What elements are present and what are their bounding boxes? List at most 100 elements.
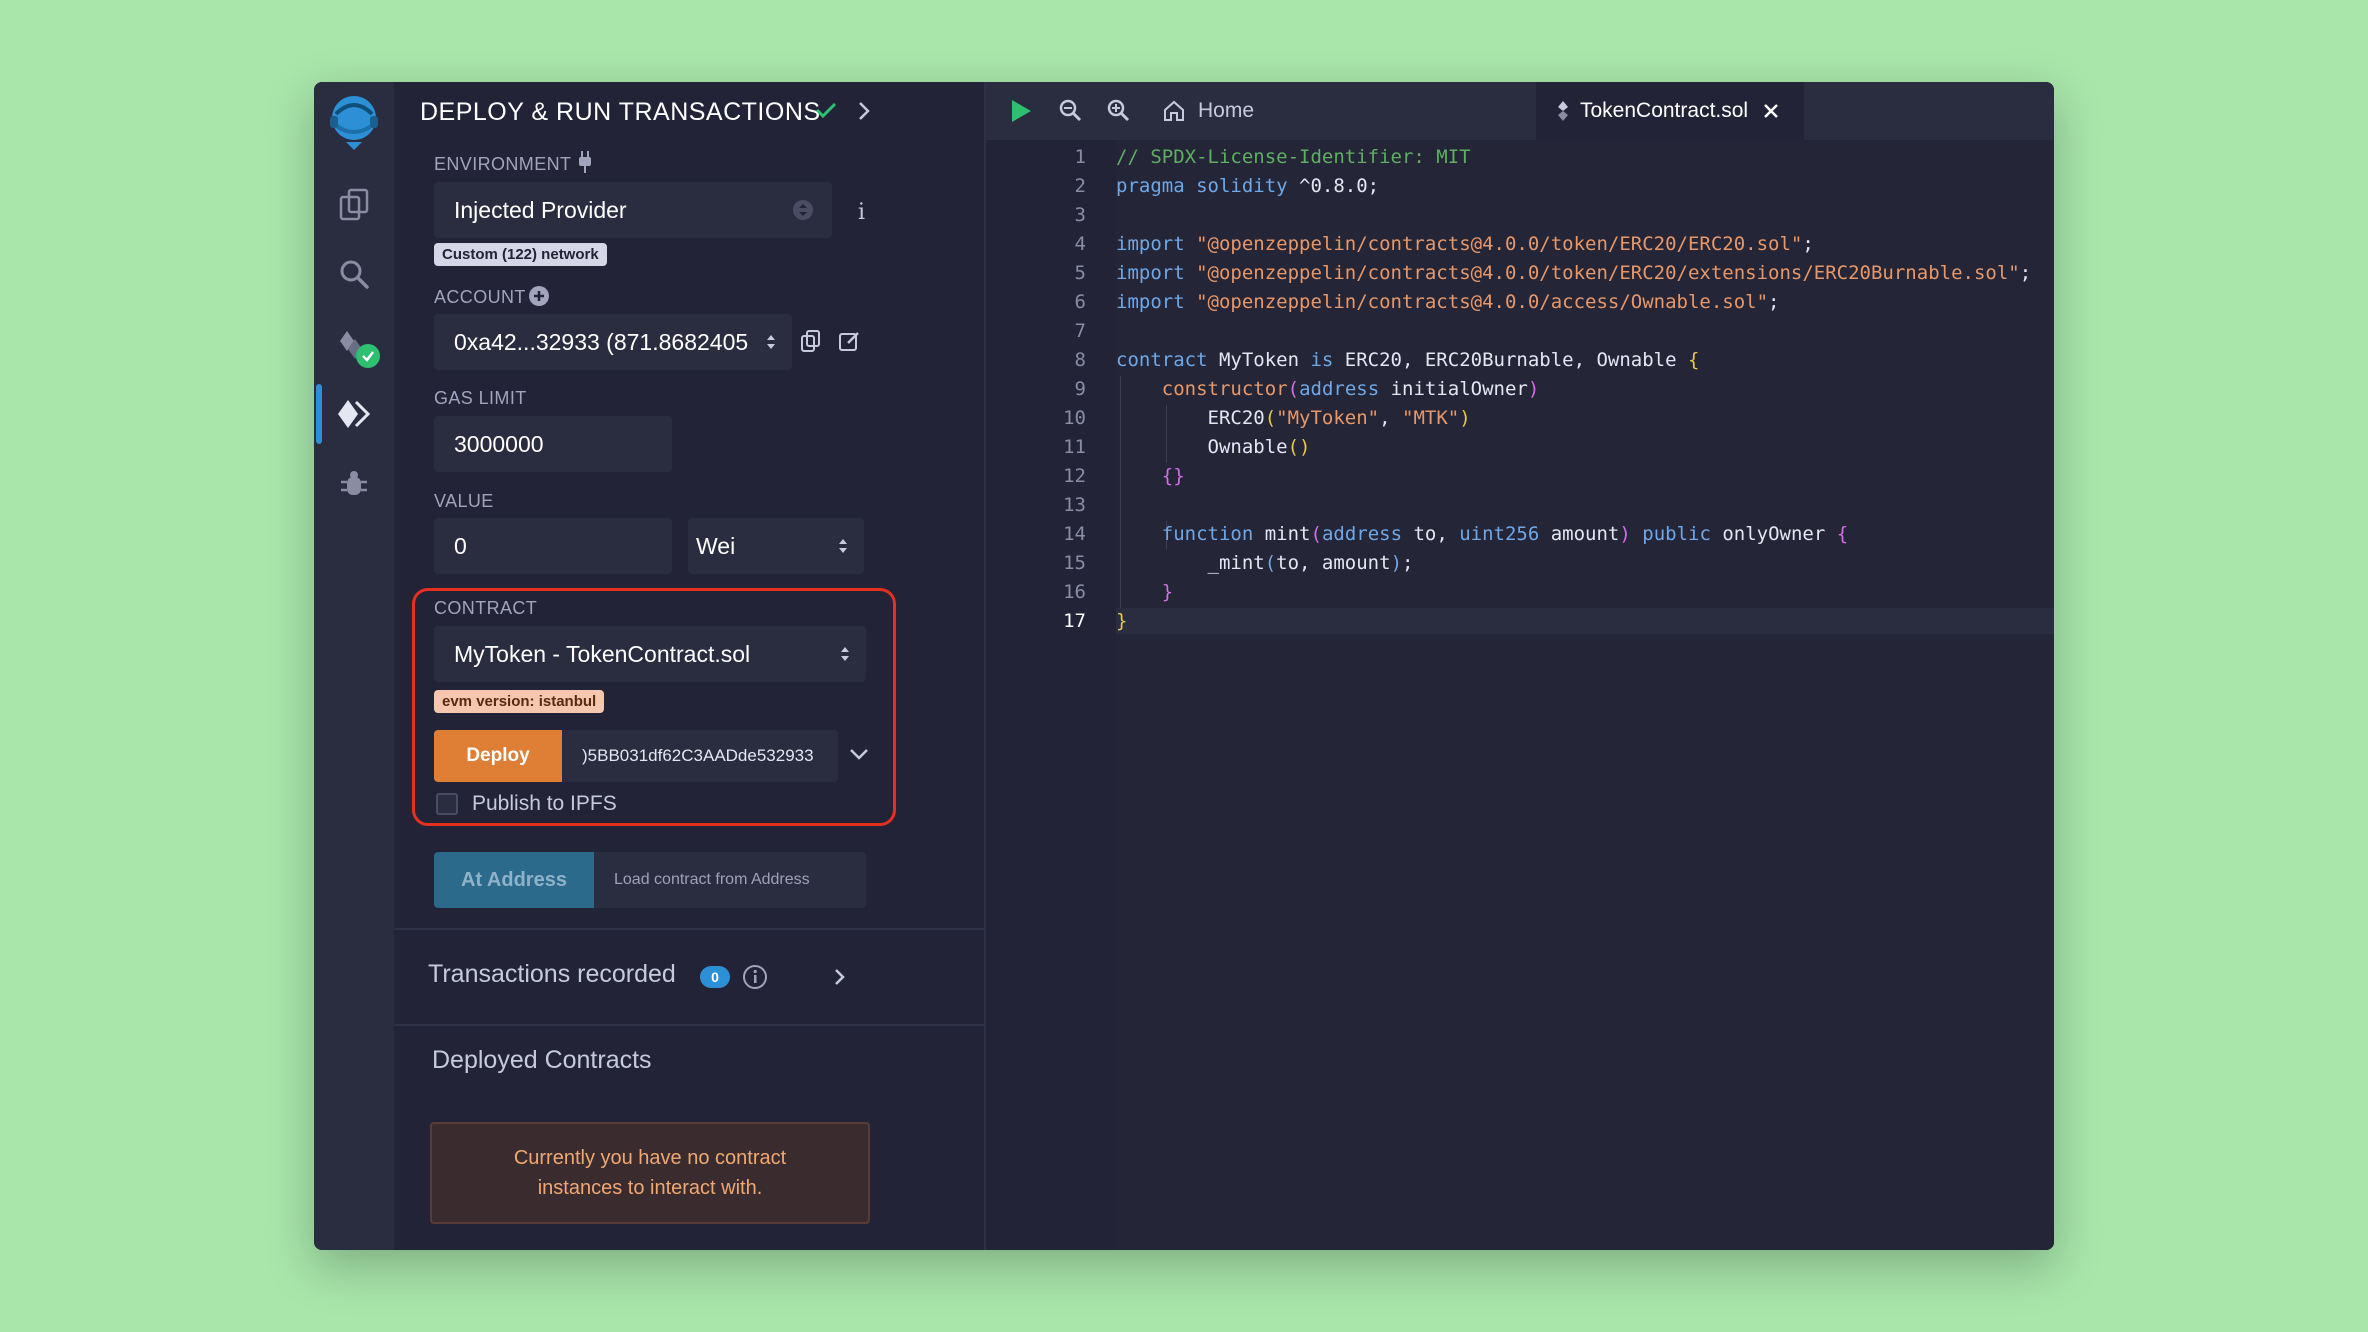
no-instances-text: Currently you have no contract instances… — [513, 1147, 787, 1199]
no-instances-message: Currently you have no contract instances… — [430, 1122, 870, 1224]
tab-tokencontract[interactable]: TokenContract.sol — [1536, 82, 1804, 140]
select-updown-icon — [836, 535, 850, 562]
tab-tokencontract-label: TokenContract.sol — [1580, 99, 1749, 122]
contract-value: MyToken - TokenContract.sol — [454, 640, 751, 667]
deployed-contracts-label: Deployed Contracts — [432, 1046, 652, 1074]
transactions-recorded-label[interactable]: Transactions recorded — [428, 960, 676, 989]
compiled-check-icon — [356, 344, 380, 368]
line-number: 8 — [1074, 349, 1086, 371]
account-select[interactable]: 0xa42...32933 (871.8682405 — [434, 314, 792, 370]
run-play-icon[interactable] — [1008, 98, 1034, 129]
tab-home-label: Home — [1198, 99, 1255, 122]
line-number: 1 — [1074, 146, 1086, 168]
value-label: VALUE — [434, 491, 494, 511]
load-address-placeholder: Load contract from Address — [614, 871, 810, 888]
line-number-gutter: 1 2 3 4 5 6 7 8 9 10 11 12 13 14 15 16 1… — [986, 140, 1116, 1250]
line-number: 12 — [1063, 465, 1086, 487]
deploy-args-input[interactable]: )5BB031df62C3AADde532933 — [562, 730, 838, 782]
copy-icon[interactable] — [800, 329, 822, 358]
divider — [394, 928, 984, 930]
value-amount: 0 — [454, 532, 467, 559]
line-number: 13 — [1063, 494, 1086, 516]
code-line: {} — [1161, 465, 1185, 487]
account-label: ACCOUNT — [434, 287, 526, 307]
gas-limit-label: GAS LIMIT — [434, 388, 527, 408]
remix-logo-icon[interactable] — [314, 86, 394, 158]
current-line-highlight — [1116, 608, 2054, 634]
editor: Home TokenContract.sol 1 2 3 4 5 6 7 8 9… — [986, 82, 2054, 1250]
zoom-out-icon[interactable] — [1058, 98, 1082, 127]
environment-value: Injected Provider — [454, 196, 627, 223]
panel-title: DEPLOY & RUN TRANSACTIONS — [420, 98, 821, 126]
info-icon[interactable]: i — [858, 200, 865, 225]
remix-window: DEPLOY & RUN TRANSACTIONS ENVIRONMENT In… — [314, 82, 2054, 1250]
select-updown-icon — [764, 331, 778, 358]
value-unit: Wei — [696, 532, 736, 559]
edit-icon[interactable] — [838, 329, 862, 358]
icon-rail — [314, 82, 394, 1250]
code-line: pragma solidity ^0.8.0; — [1116, 175, 1380, 197]
line-number: 5 — [1074, 262, 1086, 284]
code-line: _mint(to, amount); — [1207, 552, 1414, 574]
code-line: Ownable() — [1207, 436, 1311, 458]
gas-limit-value: 3000000 — [454, 430, 544, 457]
line-number: 11 — [1063, 436, 1086, 458]
search-icon[interactable] — [314, 244, 394, 304]
line-number: 2 — [1074, 175, 1086, 197]
add-account-icon[interactable] — [528, 285, 550, 312]
account-value: 0xa42...32933 (871.8682405 — [454, 328, 749, 355]
contract-select[interactable]: MyToken - TokenContract.sol — [434, 626, 866, 682]
editor-tabbar: Home TokenContract.sol — [986, 82, 2054, 140]
code-line: } — [1161, 581, 1174, 603]
line-number: 6 — [1074, 291, 1086, 313]
plug-icon — [576, 150, 594, 179]
select-updown-icon — [838, 643, 852, 670]
line-number: 10 — [1063, 407, 1086, 429]
check-icon — [814, 98, 838, 127]
publish-ipfs-checkbox[interactable] — [436, 793, 458, 815]
close-icon[interactable] — [1762, 102, 1780, 120]
info-circle-icon[interactable] — [742, 964, 768, 995]
deploy-args-value: )5BB031df62C3AADde532933 — [582, 746, 814, 765]
deploy-run-icon[interactable] — [314, 384, 394, 444]
chevron-right-icon[interactable] — [832, 966, 848, 993]
contract-label: CONTRACT — [434, 598, 538, 618]
environment-label: ENVIRONMENT — [434, 154, 572, 174]
deploy-button[interactable]: Deploy — [434, 730, 562, 782]
code-line: import "@openzeppelin/contracts@4.0.0/to… — [1116, 262, 2032, 284]
line-number-current: 17 — [1063, 610, 1086, 632]
code-line: function mint(address to, uint256 amount… — [1161, 523, 1849, 545]
chevron-down-icon[interactable] — [848, 746, 870, 767]
load-address-input[interactable]: Load contract from Address — [594, 852, 866, 908]
code-line: // SPDX-License-Identifier: MIT — [1116, 146, 1471, 168]
line-number: 15 — [1063, 552, 1086, 574]
zoom-in-icon[interactable] — [1106, 98, 1130, 127]
value-input[interactable]: 0 — [434, 518, 672, 574]
network-tag: Custom (122) network — [434, 243, 607, 266]
at-address-button[interactable]: At Address — [434, 852, 594, 908]
solidity-compiler-icon[interactable] — [314, 314, 394, 374]
code-line: import "@openzeppelin/contracts@4.0.0/to… — [1116, 233, 1814, 255]
publish-ipfs-label: Publish to IPFS — [472, 792, 617, 815]
code-area[interactable]: // SPDX-License-Identifier: MIT pragma s… — [1116, 140, 2054, 1250]
tab-home[interactable]: Home — [1148, 82, 1312, 140]
code-line: constructor(address initialOwner) — [1161, 378, 1540, 400]
select-updown-icon — [792, 199, 814, 226]
evm-version-tag: evm version: istanbul — [434, 690, 605, 713]
gas-limit-input[interactable]: 3000000 — [434, 416, 672, 472]
code-line: import "@openzeppelin/contracts@4.0.0/ac… — [1116, 291, 1780, 313]
divider — [394, 1024, 984, 1026]
code-line: } — [1116, 610, 1128, 632]
file-explorer-icon[interactable] — [314, 174, 394, 234]
line-number: 16 — [1063, 581, 1086, 603]
transactions-count-badge: 0 — [700, 966, 730, 988]
code-line: contract MyToken is ERC20, ERC20Burnable… — [1116, 349, 1700, 371]
chevron-right-icon[interactable] — [854, 100, 874, 127]
code-line: ERC20("MyToken", "MTK") — [1207, 407, 1471, 429]
line-number: 9 — [1074, 378, 1086, 400]
solidity-file-icon — [1556, 100, 1570, 122]
line-number: 3 — [1074, 204, 1086, 226]
environment-select[interactable]: Injected Provider — [434, 182, 832, 238]
home-icon — [1162, 99, 1186, 123]
debugger-bug-icon[interactable] — [314, 454, 394, 514]
